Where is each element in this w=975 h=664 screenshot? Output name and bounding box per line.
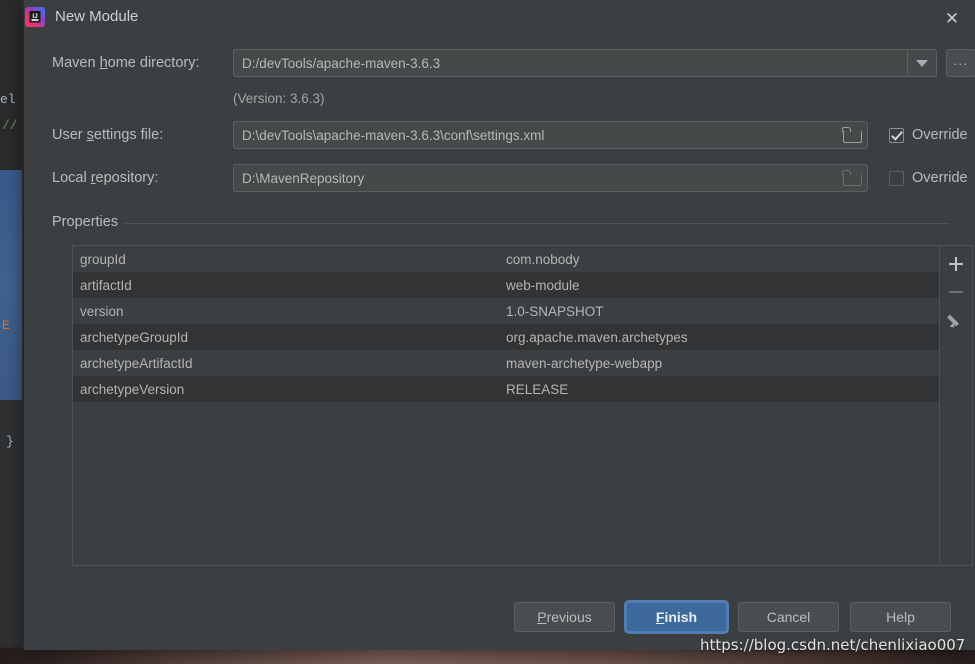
new-module-dialog: IJ New Module ✕ Maven home directory: D:… [24,0,975,650]
chevron-down-icon [916,59,928,67]
checkbox-checked-icon [889,127,904,143]
maven-home-label: Maven home directory: [52,55,200,71]
intellij-idea-icon: IJ [25,7,45,27]
local-repository-value: D:\MavenRepository [242,170,365,186]
properties-separator [52,223,949,224]
plus-icon [949,257,963,271]
maven-home-browse-button[interactable]: ... [946,49,975,77]
user-settings-override-checkbox[interactable]: Override [889,127,968,143]
svg-text:IJ: IJ [32,13,38,20]
property-value: maven-archetype-webapp [506,355,663,371]
properties-panel: groupId com.nobody artifactId web-module… [72,245,973,566]
local-repository-label: Local repository: [52,170,159,186]
user-settings-value: D:\devTools\apache-maven-3.6.3\conf\sett… [242,127,545,143]
background-code-line-3: E [2,318,10,333]
user-settings-input[interactable]: D:\devTools\apache-maven-3.6.3\conf\sett… [233,121,868,149]
edit-property-button[interactable] [942,306,970,334]
property-key: artifactId [80,277,132,293]
background-code-line-4: } [6,434,14,449]
cancel-button[interactable]: Cancel [738,602,839,632]
dialog-button-bar: Previous Finish Cancel Help [24,602,975,636]
ellipsis-icon: ... [953,52,969,68]
local-repository-override-checkbox[interactable]: Override [889,170,968,186]
dialog-title: New Module [55,8,139,25]
editor-selection-band [0,170,24,400]
background-code-line-2: el [0,92,16,107]
maven-home-dropdown-button[interactable] [908,49,937,77]
maven-home-value: D:/devTools/apache-maven-3.6.3 [242,55,441,71]
local-repository-override-label: Override [912,170,968,186]
maven-version-note: (Version: 3.6.3) [233,91,325,106]
close-icon[interactable]: ✕ [935,3,969,33]
property-key: archetypeVersion [80,381,185,397]
folder-icon[interactable] [842,127,862,143]
property-value: 1.0-SNAPSHOT [506,303,604,319]
properties-table[interactable]: groupId com.nobody artifactId web-module… [73,246,939,565]
local-repository-input[interactable]: D:\MavenRepository [233,164,868,192]
folder-icon [842,170,862,186]
property-value: org.apache.maven.archetypes [506,329,688,345]
watermark: https://blog.csdn.net/chenlixiao007 [700,636,966,654]
property-key: version [80,303,124,319]
table-row[interactable]: groupId com.nobody [73,246,939,272]
finish-button[interactable]: Finish [626,602,727,632]
table-row[interactable]: archetypeVersion RELEASE [73,376,939,402]
background-code-line-1: // [2,118,18,133]
user-settings-row: User settings file: D:\devTools\apache-m… [52,121,968,149]
property-value: com.nobody [506,251,580,267]
property-key: groupId [80,251,126,267]
dialog-titlebar: IJ New Module ✕ [24,0,975,38]
table-row[interactable]: archetypeArtifactId maven-archetype-weba… [73,350,939,376]
help-button[interactable]: Help [850,602,951,632]
user-settings-label: User settings file: [52,127,164,143]
local-repository-row: Local repository: D:\MavenRepository Ove… [52,164,968,192]
previous-button[interactable]: Previous [514,602,615,632]
checkbox-unchecked-icon [889,170,904,186]
add-property-button[interactable] [942,250,970,278]
table-row[interactable]: archetypeGroupId org.apache.maven.archet… [73,324,939,350]
properties-toolbar [939,246,972,565]
pencil-icon [949,313,964,328]
maven-home-input[interactable]: D:/devTools/apache-maven-3.6.3 [233,49,908,77]
properties-group-title: Properties [52,214,126,230]
property-key: archetypeGroupId [80,329,189,345]
table-row[interactable]: artifactId web-module [73,272,939,298]
property-value: web-module [506,277,580,293]
property-key: archetypeArtifactId [80,355,193,371]
remove-property-button[interactable] [942,278,970,306]
table-row[interactable]: version 1.0-SNAPSHOT [73,298,939,324]
user-settings-override-label: Override [912,127,968,143]
minus-icon [949,285,963,299]
property-value: RELEASE [506,381,569,397]
maven-home-row: Maven home directory: D:/devTools/apache… [52,49,975,77]
